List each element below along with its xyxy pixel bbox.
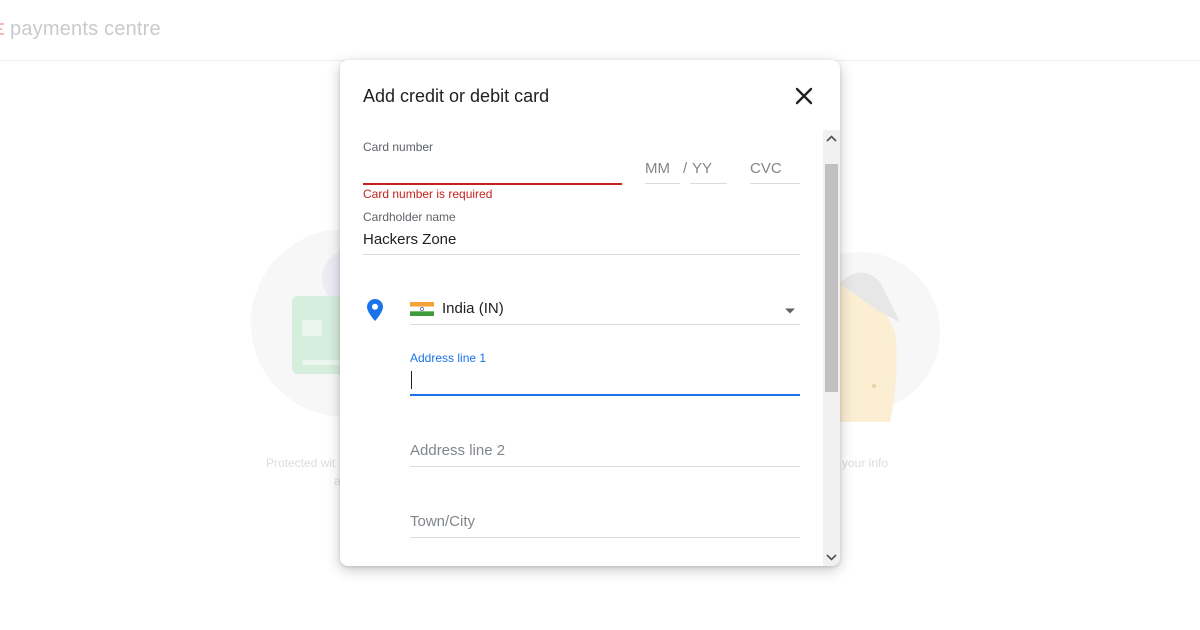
- expiry-year-underline: [690, 183, 727, 184]
- dropdown-arrow-icon[interactable]: [784, 307, 796, 315]
- scroll-down-icon[interactable]: [823, 548, 840, 566]
- info-caption: your info: [842, 456, 889, 470]
- security-caption: Protected wit: [266, 456, 336, 470]
- close-icon[interactable]: [792, 84, 816, 108]
- address-line-2-input[interactable]: Address line 2: [410, 442, 505, 459]
- cardholder-name-input[interactable]: Hackers Zone: [363, 231, 456, 248]
- location-pin-icon: [367, 299, 383, 321]
- dialog-form: Card number Card number is required MM /…: [340, 130, 840, 566]
- address-line-2-underline: [410, 466, 800, 467]
- scroll-up-icon[interactable]: [823, 130, 840, 148]
- town-city-input[interactable]: Town/City: [410, 513, 475, 530]
- dialog-title: Add credit or debit card: [363, 86, 550, 106]
- cvc-underline: [750, 183, 800, 184]
- expiry-separator: /: [683, 160, 688, 177]
- logo-icon: [0, 23, 4, 35]
- country-underline: [410, 324, 800, 325]
- address-line-1-input[interactable]: [411, 371, 412, 389]
- expiry-month-input[interactable]: MM: [645, 160, 670, 177]
- india-flag-icon: [410, 302, 434, 316]
- page-header: payments centre: [0, 0, 1200, 61]
- scrollbar[interactable]: [823, 130, 840, 566]
- card-number-error: Card number is required: [363, 187, 493, 201]
- card-number-label: Card number: [363, 140, 434, 154]
- address-line-1-underline: [410, 394, 800, 396]
- cardholder-name-label: Cardholder name: [363, 210, 456, 224]
- expiry-year-input[interactable]: YY: [692, 160, 712, 177]
- scrollbar-thumb[interactable]: [825, 164, 838, 392]
- town-city-underline: [410, 537, 800, 538]
- address-line-1-label: Address line 1: [410, 351, 487, 365]
- card-number-underline: [363, 183, 622, 185]
- app-title: payments centre: [10, 18, 161, 40]
- card-number-input[interactable]: [363, 160, 625, 184]
- cardholder-name-underline: [363, 254, 800, 255]
- cvc-input[interactable]: CVC: [750, 160, 782, 177]
- country-select[interactable]: India (IN): [442, 300, 504, 317]
- add-card-dialog: Add credit or debit card Card number Car…: [340, 60, 840, 566]
- expiry-month-underline: [645, 183, 680, 184]
